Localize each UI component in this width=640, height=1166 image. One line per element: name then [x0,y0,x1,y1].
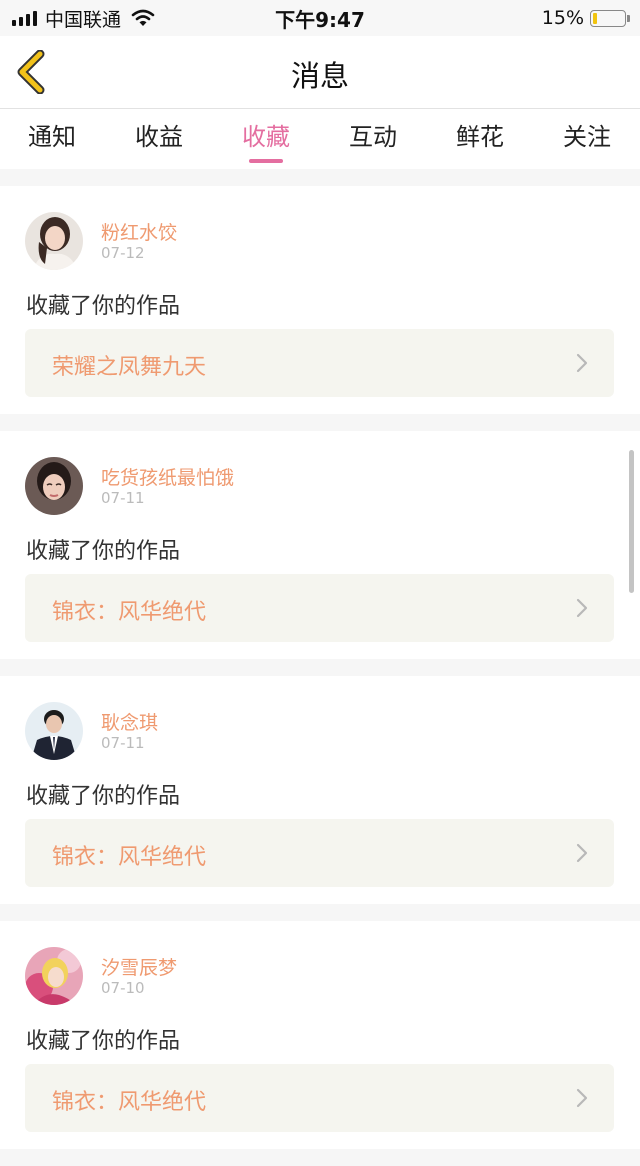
user-name[interactable]: 耿念琪 [101,708,158,735]
scrollbar[interactable] [629,450,634,593]
status-bar: 中国联通 下午9:47 15% [0,0,640,36]
nav-bar: 消息 [0,36,640,109]
work-link[interactable]: 锦衣：风华绝代 [25,574,614,642]
list-item: 汐雪辰梦 07-10 收藏了你的作品 锦衣：风华绝代 [0,921,640,1149]
tab-earnings[interactable]: 收益 [123,117,195,161]
user-name[interactable]: 粉红水饺 [101,218,177,245]
avatar[interactable] [25,947,83,1005]
avatar[interactable] [25,702,83,760]
action-text: 收藏了你的作品 [26,539,181,564]
chevron-right-icon [576,353,588,373]
action-text: 收藏了你的作品 [26,1029,181,1054]
chevron-right-icon [576,1088,588,1108]
battery-tip [627,14,630,22]
chevron-right-icon [576,598,588,618]
work-title: 锦衣：风华绝代 [52,600,207,625]
tab-label: 收藏 [242,123,290,151]
tab-interactions[interactable]: 互动 [337,117,409,161]
work-link[interactable]: 荣耀之凤舞九天 [25,329,614,397]
user-name[interactable]: 吃货孩纸最怕饿 [101,463,234,490]
battery-level [593,12,597,24]
tab-label: 鲜花 [456,123,504,151]
item-date: 07-10 [101,979,145,997]
action-text: 收藏了你的作品 [26,784,181,809]
chevron-right-icon [576,843,588,863]
battery-icon [590,9,626,27]
list-item: 粉红水饺 07-12 收藏了你的作品 荣耀之凤舞九天 [0,186,640,414]
work-link[interactable]: 锦衣：风华绝代 [25,819,614,887]
favorites-list: 粉红水饺 07-12 收藏了你的作品 荣耀之凤舞九天 吃货孩纸最怕饿 07-11… [0,186,640,1166]
tab-label: 互动 [349,123,397,151]
work-title: 锦衣：风华绝代 [52,845,207,870]
avatar[interactable] [25,212,83,270]
tab-flowers[interactable]: 鲜花 [444,117,516,161]
list-item: 耿念琪 07-11 收藏了你的作品 锦衣：风华绝代 [0,676,640,904]
work-title: 锦衣：风华绝代 [52,1090,207,1115]
avatar[interactable] [25,457,83,515]
tab-notifications[interactable]: 通知 [16,117,88,161]
item-date: 07-11 [101,489,145,507]
page-title: 消息 [290,59,349,93]
tab-label: 通知 [28,123,76,151]
battery-percent: 15% [541,7,584,29]
list-item: 吃货孩纸最怕饿 07-11 收藏了你的作品 锦衣：风华绝代 [0,431,640,659]
tab-following[interactable]: 关注 [551,117,623,161]
work-title: 荣耀之凤舞九天 [52,355,207,380]
item-date: 07-11 [101,734,145,752]
tab-active-indicator [249,159,283,163]
tab-bar: 通知 收益 收藏 互动 鲜花 关注 [0,109,640,169]
tab-favorites[interactable]: 收藏 [230,117,302,163]
action-text: 收藏了你的作品 [26,294,181,319]
tab-label: 收益 [135,123,183,151]
tab-label: 关注 [563,123,611,151]
user-name[interactable]: 汐雪辰梦 [101,953,177,980]
work-link[interactable]: 锦衣：风华绝代 [25,1064,614,1132]
item-date: 07-12 [101,244,145,262]
status-right: 15% [542,6,630,30]
